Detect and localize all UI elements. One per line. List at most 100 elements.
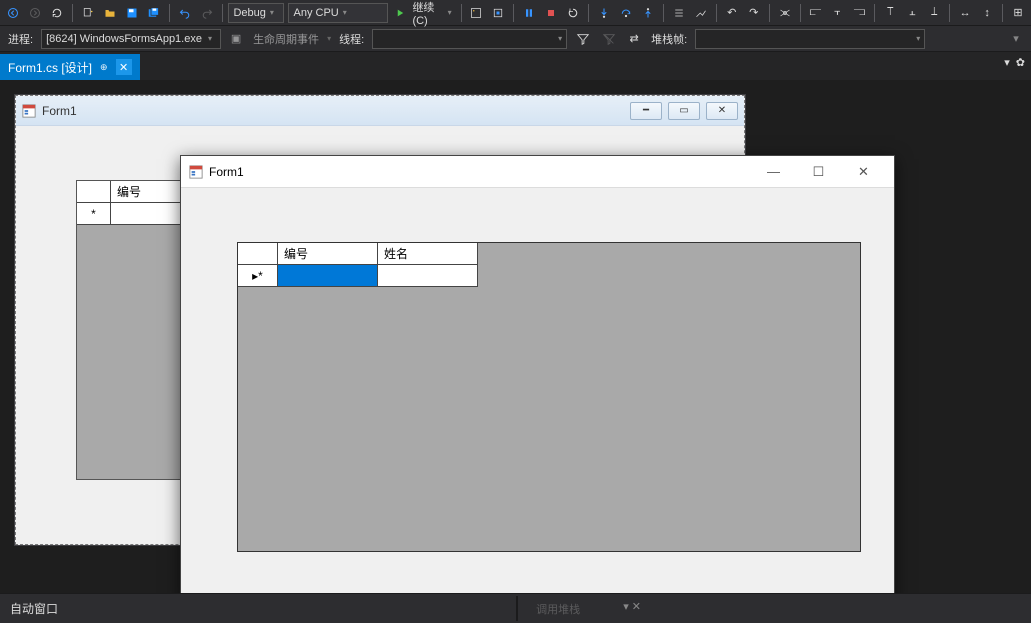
new-file-button[interactable] <box>79 3 97 23</box>
undo-button[interactable] <box>176 3 194 23</box>
separator <box>874 4 875 22</box>
overflow-icon[interactable]: ▾ <box>1007 29 1025 49</box>
minimize-button[interactable]: ━ <box>630 102 662 120</box>
refresh-icon[interactable] <box>48 3 66 23</box>
runtime-datagrid[interactable]: 编号 姓名 ▸* <box>237 242 861 552</box>
lifecycle-icon[interactable]: ▣ <box>227 29 245 49</box>
separator <box>222 4 223 22</box>
thread-dropdown[interactable]: ▾ <box>372 29 567 49</box>
runtime-title: Form1 <box>209 165 745 179</box>
grid-col1-label: 编号 <box>284 245 308 262</box>
swap-icon[interactable]: ⇄ <box>625 29 643 49</box>
chevron-down-icon: ▾ <box>270 8 274 17</box>
step-out-button[interactable] <box>639 3 657 23</box>
align-center-icon[interactable]: ⫟ <box>828 3 846 23</box>
config-dropdown[interactable]: Debug ▾ <box>228 3 284 23</box>
open-file-button[interactable] <box>101 3 119 23</box>
config-dropdown-label: Debug <box>233 7 265 19</box>
step-over-button[interactable] <box>617 3 635 23</box>
chevron-down-icon: ▾ <box>558 34 562 43</box>
tool-icon[interactable] <box>776 3 794 23</box>
gear-icon[interactable]: ✿ <box>1016 56 1025 69</box>
tool-icon[interactable]: ↷ <box>745 3 763 23</box>
runtime-form-body: 编号 姓名 ▸* <box>181 188 894 593</box>
align-middle-icon[interactable]: ⫠ <box>903 3 921 23</box>
grid-cell-new-col1[interactable] <box>278 265 378 287</box>
panel-close-icon[interactable]: ▾ ✕ <box>623 600 641 613</box>
tab-overflow-button[interactable]: ▾ <box>1004 56 1010 69</box>
close-button[interactable]: ✕ <box>706 102 738 120</box>
debug-toolbar: 进程: [8624] WindowsFormsApp1.exe ▾ ▣ 生命周期… <box>0 26 1031 52</box>
tool-icon[interactable] <box>692 3 710 23</box>
redo-button[interactable] <box>198 3 216 23</box>
tab-title: Form1.cs [设计] <box>8 59 92 76</box>
grid-cell-new-col2[interactable] <box>378 265 478 287</box>
separator <box>800 4 801 22</box>
separator <box>663 4 664 22</box>
tool-icon[interactable] <box>489 3 507 23</box>
separator <box>1002 4 1003 22</box>
designer-title: Form1 <box>42 104 624 118</box>
separator <box>588 4 589 22</box>
spacing-v-icon[interactable]: ↕ <box>978 3 996 23</box>
align-top-icon[interactable]: ⟙ <box>881 3 899 23</box>
save-button[interactable] <box>123 3 141 23</box>
align-left-icon[interactable]: ⫍ <box>806 3 824 23</box>
nav-forward-button[interactable] <box>26 3 44 23</box>
auto-window-tab[interactable]: 自动窗口 <box>6 600 62 617</box>
stackframe-label: 堆栈帧: <box>649 31 689 47</box>
stackframe-dropdown[interactable]: ▾ <box>695 29 925 49</box>
grid-col2-label: 姓名 <box>384 245 408 262</box>
platform-dropdown[interactable]: Any CPU ▾ <box>288 3 388 23</box>
callstack-tab[interactable]: 调用堆栈 <box>536 601 580 617</box>
nav-back-button[interactable] <box>4 3 22 23</box>
process-label: 进程: <box>6 31 35 47</box>
grid-row-header-new[interactable]: ▸* <box>238 265 278 287</box>
splitter[interactable] <box>516 596 518 621</box>
designer-titlebar: Form1 ━ ▭ ✕ <box>16 96 744 126</box>
thread-label: 线程: <box>337 31 366 47</box>
maximize-button[interactable]: ▭ <box>668 102 700 120</box>
runtime-form-window[interactable]: Form1 — ☐ ✕ 编号 姓名 ▸* <box>180 155 895 593</box>
grid-column-header-1[interactable]: 编号 <box>278 243 378 265</box>
separator <box>72 4 73 22</box>
filter-icon[interactable] <box>573 29 593 49</box>
step-into-button[interactable] <box>595 3 613 23</box>
process-value: [8624] WindowsFormsApp1.exe <box>46 33 202 45</box>
chevron-down-icon: ▾ <box>327 34 331 43</box>
grid-corner-header[interactable] <box>77 181 111 203</box>
pause-button[interactable] <box>520 3 538 23</box>
tool-icon[interactable] <box>467 3 485 23</box>
continue-button[interactable]: 继续(C) ▾ <box>392 3 454 23</box>
filter-clear-icon[interactable] <box>599 29 619 49</box>
close-button[interactable]: ✕ <box>841 157 886 187</box>
pin-icon[interactable]: ⊕ <box>100 62 108 73</box>
stop-button[interactable] <box>542 3 560 23</box>
grid-row-header-new[interactable]: * <box>77 203 111 225</box>
tool-icon[interactable] <box>670 3 688 23</box>
chevron-down-icon: ▾ <box>448 8 452 17</box>
save-all-button[interactable] <box>145 3 163 23</box>
separator <box>949 4 950 22</box>
main-toolbar: Debug ▾ Any CPU ▾ 继续(C) ▾ ↶ ↷ ⫍ ⫟ ⫎ ⟙ ⫠ … <box>0 0 1031 26</box>
minimize-button[interactable]: — <box>751 157 796 187</box>
app-icon <box>22 104 36 118</box>
runtime-titlebar[interactable]: Form1 — ☐ ✕ <box>181 156 894 188</box>
chevron-down-icon: ▾ <box>343 8 347 17</box>
close-tab-button[interactable]: ✕ <box>116 59 132 75</box>
tab-form1-designer[interactable]: Form1.cs [设计] ⊕ ✕ <box>0 54 140 80</box>
process-dropdown[interactable]: [8624] WindowsFormsApp1.exe ▾ <box>41 29 221 49</box>
grid-toggle-icon[interactable]: ⊞ <box>1009 3 1027 23</box>
align-right-icon[interactable]: ⫎ <box>850 3 868 23</box>
separator <box>461 4 462 22</box>
tool-icon[interactable]: ↶ <box>723 3 741 23</box>
app-icon <box>189 165 203 179</box>
grid-corner-header[interactable] <box>238 243 278 265</box>
separator <box>769 4 770 22</box>
align-bottom-icon[interactable]: ⟘ <box>925 3 943 23</box>
lifecycle-label: 生命周期事件 <box>251 31 321 47</box>
spacing-h-icon[interactable]: ↔ <box>956 3 974 23</box>
restart-button[interactable] <box>564 3 582 23</box>
maximize-button[interactable]: ☐ <box>796 157 841 187</box>
grid-column-header-2[interactable]: 姓名 <box>378 243 478 265</box>
